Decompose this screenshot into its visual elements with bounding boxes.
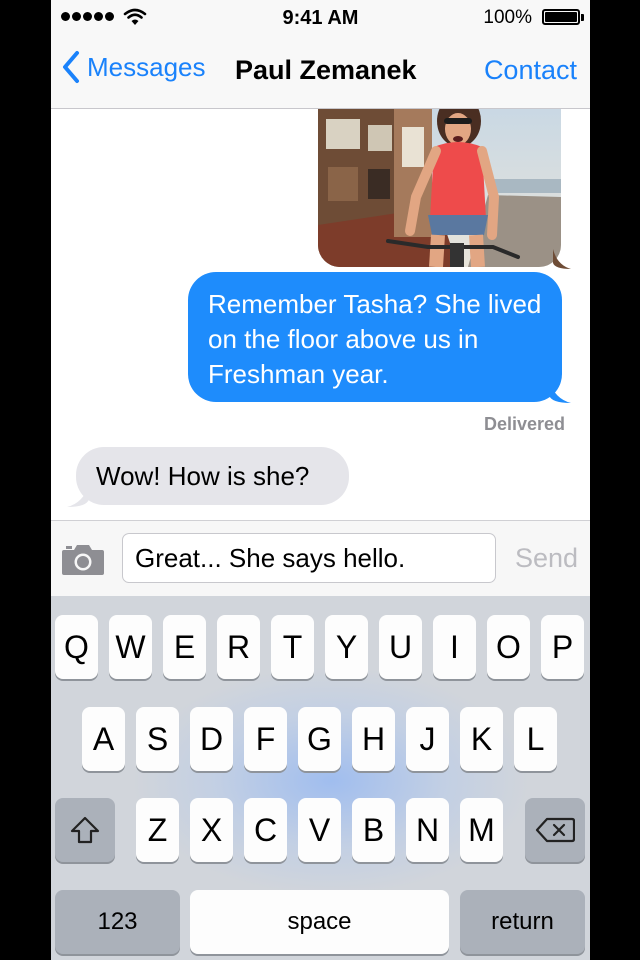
photo-bubble-tail [553,249,571,269]
space-key[interactable]: space [190,890,449,954]
key-k[interactable]: K [460,707,503,771]
key-x[interactable]: X [190,798,233,862]
key-r[interactable]: R [217,615,260,679]
outgoing-message-bubble[interactable]: Remember Tasha? She lived on the floor a… [188,272,562,402]
back-button-label: Messages [87,51,206,82]
message-input[interactable]: Great... She says hello. [122,533,496,583]
keyboard: Q W E R T Y U I O P A S D F G H J K L Z … [51,596,590,960]
key-o[interactable]: O [487,615,530,679]
key-p[interactable]: P [541,615,584,679]
key-e[interactable]: E [163,615,206,679]
key-q[interactable]: Q [55,615,98,679]
photo-image [318,109,561,267]
numbers-key[interactable]: 123 [55,890,180,954]
send-button[interactable]: Send [515,543,578,574]
back-button[interactable]: Messages [61,50,206,84]
return-key[interactable]: return [460,890,585,954]
photo-message[interactable] [318,109,561,267]
back-chevron-icon [63,51,79,83]
battery-icon [542,9,580,25]
key-h[interactable]: H [352,707,395,771]
delivery-status: Delivered [483,414,565,434]
message-thread[interactable]: Remember Tasha? She lived on the floor a… [51,109,590,520]
delete-key[interactable] [525,798,585,862]
camera-icon[interactable] [61,542,105,576]
battery-tip [581,14,584,21]
key-g[interactable]: G [298,707,341,771]
key-v[interactable]: V [298,798,341,862]
delete-icon [535,817,576,843]
key-c[interactable]: C [244,798,287,862]
contact-button[interactable]: Contact [484,55,577,86]
key-m[interactable]: M [460,798,503,862]
key-n[interactable]: N [406,798,449,862]
key-i[interactable]: I [433,615,476,679]
key-d[interactable]: D [190,707,233,771]
conversation-title: Paul Zemanek [235,55,417,85]
key-z[interactable]: Z [136,798,179,862]
key-j[interactable]: J [406,707,449,771]
navigation-bar: Messages Paul Zemanek Contact [51,36,590,109]
key-f[interactable]: F [244,707,287,771]
key-s[interactable]: S [136,707,179,771]
incoming-message-bubble[interactable]: Wow! How is she? [76,447,349,505]
compose-bar: Great... She says hello. Send [51,520,590,596]
key-y[interactable]: Y [325,615,368,679]
status-bar: 9:41 AM 100% [51,0,590,36]
outgoing-bubble-tail [549,381,571,403]
shift-icon [70,816,100,844]
messages-screen: 9:41 AM 100% Messages Paul Zemanek Conta… [51,0,590,960]
key-l[interactable]: L [514,707,557,771]
key-w[interactable]: W [109,615,152,679]
key-t[interactable]: T [271,615,314,679]
shift-key[interactable] [55,798,115,862]
key-u[interactable]: U [379,615,422,679]
key-b[interactable]: B [352,798,395,862]
key-a[interactable]: A [82,707,125,771]
battery-percentage: 100% [483,7,532,28]
incoming-bubble-tail [67,485,89,507]
